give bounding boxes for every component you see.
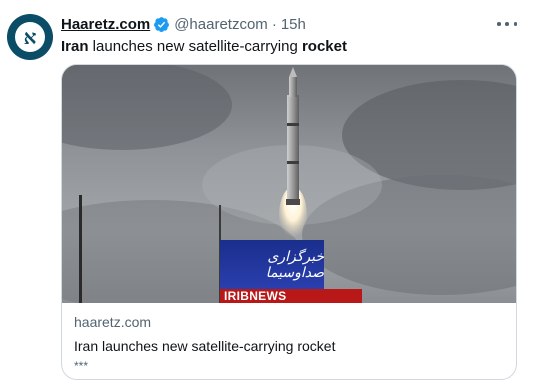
overlay-banner-text: خبرگزاری صداوسیما	[265, 248, 324, 281]
tweet-timestamp[interactable]: 15h	[281, 16, 306, 33]
author-name[interactable]: Haaretz.com	[61, 16, 150, 33]
author-handle[interactable]: @haaretzcom	[174, 16, 268, 33]
link-card[interactable]: خبرگزاری صداوسیما IRIBNEWS haaretz.com I…	[61, 64, 517, 380]
news-overlay-banner: خبرگزاری صداوسیما	[220, 240, 324, 289]
separator-dot: ·	[271, 15, 277, 33]
more-dot	[497, 22, 501, 26]
avatar-logo-icon: א	[15, 22, 45, 52]
card-image[interactable]: خبرگزاری صداوسیما IRIBNEWS	[62, 65, 516, 303]
news-overlay-label: IRIBNEWS	[220, 289, 362, 303]
tweet-text-bold-1: Iran	[61, 38, 89, 55]
more-options-icon[interactable]	[497, 16, 517, 32]
card-title: Iran launches new satellite-carrying roc…	[74, 338, 336, 354]
tweet-text: Iran launches new satellite-carrying roc…	[61, 37, 516, 57]
more-dot	[505, 22, 509, 26]
tweet-text-middle: launches new satellite-carrying	[88, 38, 302, 55]
card-description: ***	[74, 359, 89, 373]
tweet[interactable]: א Haaretz.com @haaretzcom · 15h Iran lau…	[0, 0, 533, 385]
more-dot	[513, 22, 517, 26]
card-body[interactable]: haaretz.com Iran launches new satellite-…	[74, 313, 504, 373]
card-domain: haaretz.com	[74, 314, 152, 330]
avatar[interactable]: א	[7, 14, 53, 60]
verified-badge-icon	[153, 16, 170, 33]
tweet-text-bold-2: rocket	[301, 38, 347, 55]
overlay-label-text: IRIBNEWS	[224, 289, 287, 303]
tweet-header: Haaretz.com @haaretzcom · 15h	[61, 14, 306, 34]
